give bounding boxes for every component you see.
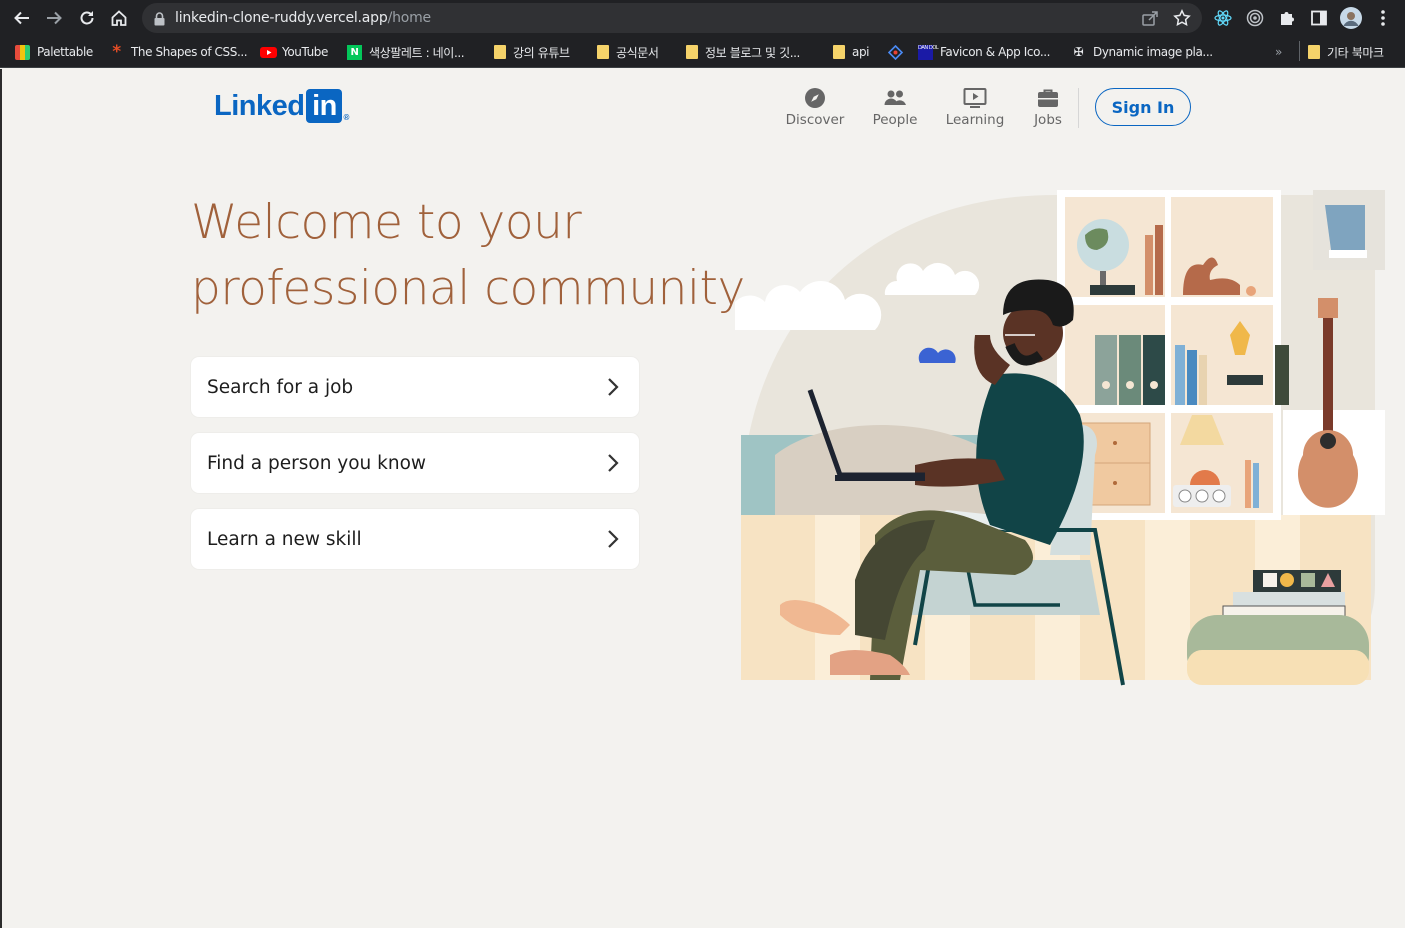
page-edge bbox=[0, 69, 2, 928]
hero-title-line2: professional community bbox=[191, 261, 745, 316]
bookmarks-bar: Palettable * The Shapes of CSS... YouTub… bbox=[0, 36, 1405, 68]
kebab-menu-icon[interactable] bbox=[1373, 8, 1393, 28]
star-icon[interactable] bbox=[1173, 9, 1191, 31]
sign-in-button[interactable]: Sign In bbox=[1095, 88, 1191, 126]
diamond-icon bbox=[887, 44, 904, 60]
hero-illustration bbox=[735, 190, 1385, 686]
bookmark-label: YouTube bbox=[282, 45, 328, 59]
extensions-puzzle-icon[interactable] bbox=[1277, 8, 1297, 28]
chevron-right-icon bbox=[608, 454, 619, 472]
bookmark-label: api bbox=[852, 45, 870, 59]
search-job-card[interactable]: Search for a job bbox=[191, 357, 639, 417]
url-text[interactable]: linkedin-clone-ruddy.vercel.app/home bbox=[175, 10, 431, 26]
logo-registered-mark: ® bbox=[343, 113, 349, 122]
card-label: Learn a new skill bbox=[207, 528, 362, 550]
bookmark-label: The Shapes of CSS... bbox=[131, 45, 248, 59]
bookmark-label: Palettable bbox=[37, 45, 93, 59]
nav-label: Jobs bbox=[1034, 112, 1062, 128]
bookmark-label: 공식문서 bbox=[616, 45, 659, 60]
image-placeholder-icon: ✠ bbox=[1073, 44, 1084, 59]
bookmark-folder-docs[interactable]: 공식문서 bbox=[597, 41, 659, 63]
nav-jobs[interactable]: Jobs bbox=[1032, 86, 1064, 132]
hero-title: Welcome to your professional community bbox=[191, 190, 751, 322]
bookmark-label: Dynamic image pla... bbox=[1093, 45, 1213, 59]
nav-label: Learning bbox=[945, 112, 1005, 128]
url-path: /home bbox=[387, 10, 432, 26]
bookmark-shapes-of-css[interactable]: * The Shapes of CSS... bbox=[109, 41, 247, 63]
bookmark-naver-palette[interactable]: N 색상팔레트 : 네이... bbox=[347, 41, 465, 63]
bookmarks-overflow-chevron[interactable]: » bbox=[1275, 41, 1282, 63]
chevron-right-icon bbox=[608, 378, 619, 396]
play-video-icon bbox=[963, 86, 987, 110]
bookmark-other-folder[interactable]: 기타 북마크 bbox=[1308, 41, 1384, 63]
briefcase-icon bbox=[1036, 86, 1060, 110]
side-panel-icon[interactable] bbox=[1309, 8, 1329, 28]
folder-icon bbox=[833, 45, 845, 59]
overflow-label: » bbox=[1275, 45, 1282, 59]
find-person-card[interactable]: Find a person you know bbox=[191, 433, 639, 493]
nav-label: Discover bbox=[785, 112, 845, 128]
bookmark-folder-lectures[interactable]: 강의 유튜브 bbox=[494, 41, 570, 63]
bookmark-dynamic-image[interactable]: ✠ Dynamic image pla... bbox=[1071, 41, 1213, 63]
learn-skill-card[interactable]: Learn a new skill bbox=[191, 509, 639, 569]
address-bar[interactable]: linkedin-clone-ruddy.vercel.app/home bbox=[142, 3, 1202, 33]
card-label: Find a person you know bbox=[207, 452, 427, 474]
nav-label: People bbox=[872, 112, 918, 128]
folder-icon bbox=[597, 45, 609, 59]
chevron-right-icon bbox=[608, 530, 619, 548]
url-host: linkedin-clone-ruddy.vercel.app bbox=[175, 10, 388, 26]
bookmark-label: 기타 북마크 bbox=[1327, 45, 1384, 60]
bookmark-diamond[interactable] bbox=[887, 41, 910, 63]
browser-toolbar: linkedin-clone-ruddy.vercel.app/home bbox=[0, 0, 1405, 36]
bookmark-label: 색상팔레트 : 네이... bbox=[369, 45, 465, 60]
back-icon[interactable] bbox=[10, 6, 34, 30]
linkedin-logo[interactable]: Linked in ® bbox=[214, 88, 349, 124]
bookmark-youtube[interactable]: YouTube bbox=[260, 41, 328, 63]
logo-in-box: in bbox=[306, 89, 343, 123]
lock-icon[interactable] bbox=[154, 11, 165, 30]
share-icon[interactable] bbox=[1142, 10, 1159, 30]
forward-icon[interactable] bbox=[42, 6, 66, 30]
reload-icon[interactable] bbox=[75, 6, 99, 30]
profile-avatar[interactable] bbox=[1340, 7, 1362, 29]
people-icon bbox=[883, 86, 907, 110]
react-devtools-icon[interactable] bbox=[1213, 8, 1233, 28]
folder-icon bbox=[686, 45, 698, 59]
bookmarks-divider bbox=[1299, 41, 1300, 61]
compass-icon bbox=[803, 86, 827, 110]
nav-discover[interactable]: Discover bbox=[785, 86, 845, 132]
bookmark-label: Favicon & App Ico... bbox=[940, 45, 1051, 59]
youtube-icon bbox=[260, 45, 277, 60]
hero-title-line1: Welcome to your bbox=[191, 195, 582, 250]
bookmark-folder-blog[interactable]: 정보 블로그 및 깃... bbox=[686, 41, 800, 63]
asterisk-icon: * bbox=[112, 41, 121, 62]
nav-divider bbox=[1078, 88, 1079, 128]
folder-icon bbox=[1308, 45, 1320, 59]
bookmark-label: 강의 유튜브 bbox=[513, 45, 570, 60]
nav-people[interactable]: People bbox=[871, 86, 919, 132]
bookmark-favicon-generator[interactable]: DAN DOL Favicon & App Ico... bbox=[918, 41, 1050, 63]
folder-icon bbox=[494, 45, 506, 59]
naver-icon: N bbox=[347, 44, 362, 60]
bookmark-folder-api[interactable]: api bbox=[833, 41, 870, 63]
home-icon[interactable] bbox=[107, 6, 131, 30]
target-extension-icon[interactable] bbox=[1245, 8, 1265, 28]
bookmark-palettable[interactable]: Palettable bbox=[15, 41, 93, 63]
logo-wordmark: Linked bbox=[214, 89, 305, 122]
card-label: Search for a job bbox=[207, 376, 354, 398]
favicon-icon: DAN DOL bbox=[918, 44, 939, 60]
palette-icon bbox=[15, 44, 30, 60]
bookmark-label: 정보 블로그 및 깃... bbox=[705, 45, 800, 60]
nav-learning[interactable]: Learning bbox=[946, 86, 1004, 132]
